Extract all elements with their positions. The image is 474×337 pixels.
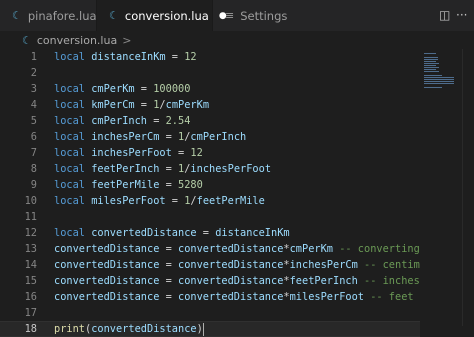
code-line: 9 local feetPerMile = 5280 <box>0 177 420 193</box>
split-editor-icon[interactable]: ◫ <box>439 8 450 22</box>
code-line: 7 local inchesPerFoot = 12 <box>0 145 420 161</box>
code-line-current: 18 print(convertedDistance) <box>0 321 420 337</box>
line-number: 13 <box>24 243 37 255</box>
code-line: 12 local convertedDistance = distanceInKm <box>0 225 420 241</box>
line-number: 4 <box>30 99 37 111</box>
code-line: 8 local feetPerInch = 1/inchesPerFoot <box>0 161 420 177</box>
tab-settings[interactable]: ≡ Settings <box>213 0 293 31</box>
line-code: local inchesPerCm = 1/cmPerInch <box>54 131 247 143</box>
settings-icon: ≡ <box>225 9 235 22</box>
line-code: local distanceInKm = 12 <box>54 51 197 63</box>
tab-bar: ☾ pinafore.lua ☾ conversion.lua ● ≡ Sett… <box>0 0 474 31</box>
code-line: 17 <box>0 305 420 321</box>
moon-icon: ☾ <box>109 9 119 22</box>
line-number: 2 <box>30 67 37 79</box>
line-number: 5 <box>30 115 37 127</box>
code-line: 4 local kmPerCm = 1/cmPerKm <box>0 97 420 113</box>
moon-icon: ☾ <box>22 33 32 47</box>
line-number: 16 <box>24 291 37 303</box>
minimap[interactable] <box>420 49 462 326</box>
line-number: 8 <box>30 163 37 175</box>
code-line: 2 <box>0 65 420 81</box>
line-code: print(convertedDistance) <box>54 322 204 336</box>
breadcrumb-separator: > <box>122 33 132 47</box>
tab-conversion[interactable]: ☾ conversion.lua ● <box>97 0 227 31</box>
line-code: local convertedDistance = distanceInKm <box>54 227 290 239</box>
line-number: 15 <box>24 275 37 287</box>
code-line: 5 local cmPerInch = 2.54 <box>0 113 420 129</box>
line-code: local inchesPerFoot = 12 <box>54 147 203 159</box>
line-number: 3 <box>30 83 37 95</box>
line-number: 18 <box>24 323 37 335</box>
line-number: 7 <box>30 147 37 159</box>
code-line: 10 local milesPerFoot = 1/feetPerMile <box>0 193 420 209</box>
moon-icon: ☾ <box>12 9 22 22</box>
line-code: local cmPerKm = 100000 <box>54 83 191 95</box>
line-number: 9 <box>30 179 37 191</box>
code-line: 14 convertedDistance = convertedDistance*… <box>0 257 420 273</box>
line-code: convertedDistance = convertedDistance*fe… <box>54 275 420 287</box>
tab-pinafore[interactable]: ☾ pinafore.lua <box>0 0 97 31</box>
line-code: local cmPerInch = 2.54 <box>54 115 191 127</box>
code-line: 16 convertedDistance = convertedDistance*… <box>0 289 420 305</box>
more-actions-icon[interactable]: ··· <box>456 8 467 22</box>
breadcrumb-file[interactable]: conversion.lua <box>37 34 117 47</box>
text-cursor <box>202 322 204 336</box>
code-editor[interactable]: 1 local distanceInKm = 12 2 3 local cmPerK… <box>0 49 474 337</box>
line-number: 1 <box>30 51 37 63</box>
line-code: local feetPerInch = 1/inchesPerFoot <box>54 163 272 175</box>
line-code: convertedDistance = convertedDistance*cm… <box>54 243 420 255</box>
tab-label: conversion.lua <box>124 8 209 23</box>
code-line: 3 local cmPerKm = 100000 <box>0 81 420 97</box>
line-number: 14 <box>24 259 37 271</box>
tab-label: pinafore.lua <box>27 8 97 23</box>
code-line: 15 convertedDistance = convertedDistance*… <box>0 273 420 289</box>
line-number: 17 <box>24 307 37 319</box>
line-number: 6 <box>30 131 37 143</box>
line-number: 11 <box>24 211 37 223</box>
code-line: 13 convertedDistance = convertedDistance*… <box>0 241 420 257</box>
code-line: 6 local inchesPerCm = 1/cmPerInch <box>0 129 420 145</box>
line-code: local feetPerMile = 5280 <box>54 179 203 191</box>
line-number: 12 <box>24 227 37 239</box>
code-line: 1 local distanceInKm = 12 <box>0 49 420 65</box>
breadcrumb: ☾ conversion.lua > <box>0 31 474 49</box>
tab-label: Settings <box>240 8 288 23</box>
vertical-scrollbar[interactable] <box>462 49 474 326</box>
line-code: local kmPerCm = 1/cmPerKm <box>54 99 210 111</box>
code-line: 11 <box>0 209 420 225</box>
line-code: local milesPerFoot = 1/feetPerMile <box>54 195 265 207</box>
line-code: convertedDistance = convertedDistance*in… <box>54 259 420 271</box>
line-code: convertedDistance = convertedDistance*mi… <box>54 291 420 303</box>
line-number: 10 <box>24 195 37 207</box>
